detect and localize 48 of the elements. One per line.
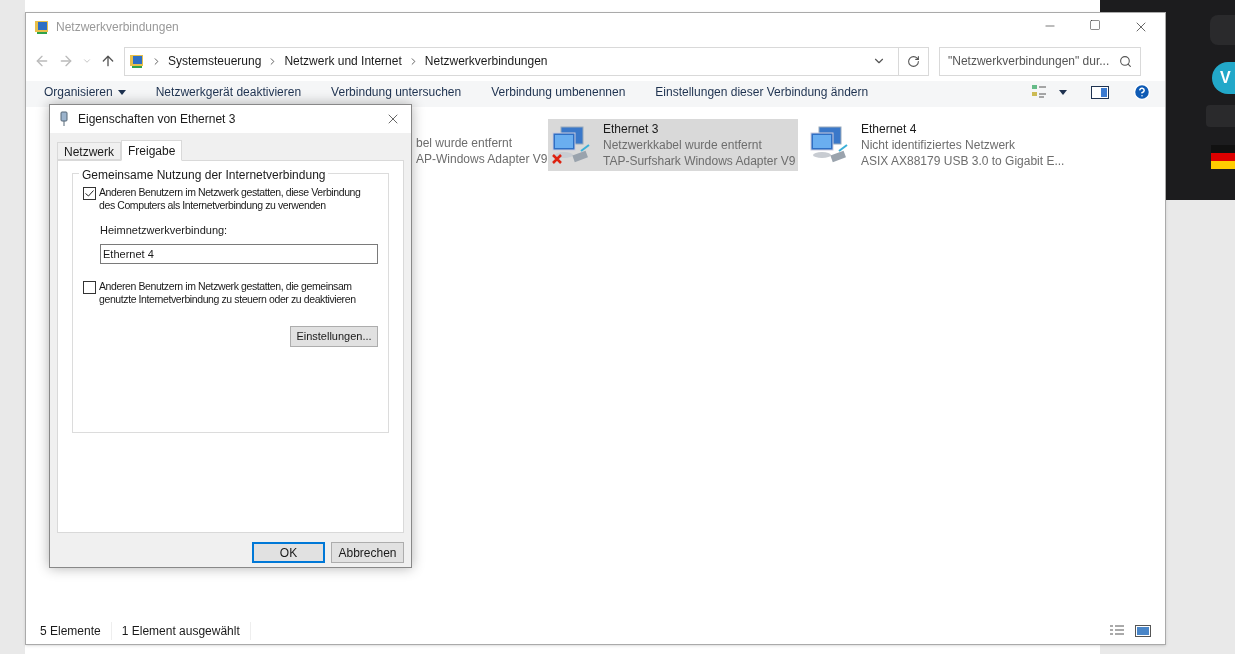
home-network-field[interactable]: Ethernet 4 bbox=[100, 243, 378, 264]
check-icon bbox=[85, 190, 94, 197]
dialog-title: Eigenschaften von Ethernet 3 bbox=[78, 111, 236, 128]
breadcrumb-item[interactable]: Netzwerkverbindungen bbox=[424, 52, 548, 70]
caret-icon bbox=[117, 89, 126, 95]
connection-adapter: TAP-Surfshark Windows Adapter V9 bbox=[603, 153, 796, 169]
checkbox-label: Anderen Benutzern im Netzwerk gestatten, die gemeinsam genutzte Internetverbindung zu steuern oder zu deaktivieren bbox=[99, 279, 357, 306]
breadcrumb-item[interactable]: Systemsteuerung bbox=[168, 52, 262, 70]
connection-item[interactable]: Ethernet 3 Netzwerkkabel wurde entfernt TAP-Surfshark Windows Adapter V9 bbox=[548, 119, 798, 171]
checkbox[interactable] bbox=[83, 187, 96, 200]
connection-status: Nicht identifiziertes Netzwerk bbox=[861, 137, 1017, 153]
command-button[interactable]: Verbindung umbenennen bbox=[491, 83, 626, 101]
network-plug-icon bbox=[58, 111, 70, 127]
connection-name: Ethernet 3 bbox=[603, 121, 660, 137]
checkbox-label: Anderen Benutzern im Netzwerk gestatten, diese Verbindung des Computers als Internetverbindung zu verwenden bbox=[99, 186, 362, 212]
checkbox[interactable] bbox=[83, 280, 96, 294]
command-button[interactable]: Netzwerkgerät deaktivieren bbox=[155, 83, 302, 101]
dialog-button[interactable]: OK bbox=[252, 542, 325, 563]
connection-adapter: AP-Windows Adapter V9 bbox=[416, 151, 548, 167]
connection-adapter: ASIX AX88179 USB 3.0 to Gigabit E... bbox=[861, 153, 1065, 169]
connection-status: bel wurde entfernt bbox=[416, 135, 514, 151]
refresh-icon[interactable] bbox=[907, 54, 920, 68]
menu-button[interactable]: Organisieren bbox=[44, 83, 126, 101]
search-field[interactable]: "Netzwerkverbindungen" dur... bbox=[939, 46, 1141, 76]
preview-pane-icon[interactable] bbox=[1091, 85, 1109, 99]
field-label: Heimnetzwerkverbindung: bbox=[100, 223, 229, 238]
maximize-icon[interactable] bbox=[1089, 19, 1101, 31]
status-text: 1 Element ausgewählt bbox=[121, 622, 251, 640]
address-folder-icon bbox=[129, 53, 145, 69]
tab[interactable]: Freigabe bbox=[121, 140, 183, 161]
large-icons-view-icon[interactable] bbox=[1135, 625, 1151, 637]
flag-icon bbox=[1211, 145, 1235, 169]
window-title: Netzwerkverbindungen bbox=[56, 19, 179, 36]
up-icon[interactable] bbox=[100, 53, 116, 69]
connection-status: Netzwerkkabel wurde entfernt bbox=[603, 137, 763, 153]
breadcrumb-item[interactable]: Netzwerk und Internet bbox=[284, 52, 402, 70]
caret-icon[interactable] bbox=[1059, 89, 1067, 95]
command-button[interactable]: Einstellungen dieser Verbindung ändern bbox=[655, 83, 869, 101]
command-button[interactable]: Verbindung untersuchen bbox=[331, 83, 462, 101]
search-icon bbox=[1119, 54, 1132, 68]
status-text: 5 Elemente bbox=[40, 622, 112, 640]
help-icon[interactable] bbox=[1133, 83, 1151, 101]
tab[interactable]: Netzwerk bbox=[57, 142, 121, 160]
connection-name: Ethernet 4 bbox=[861, 121, 918, 137]
settings-button[interactable]: Einstellungen... bbox=[290, 325, 378, 347]
address-bar[interactable]: Systemsteuerung Netzwerk und Internet Netzwerkverbindungen bbox=[124, 46, 929, 76]
dialog-button[interactable]: Abbrechen bbox=[331, 542, 404, 563]
network-folder-icon bbox=[34, 19, 50, 35]
